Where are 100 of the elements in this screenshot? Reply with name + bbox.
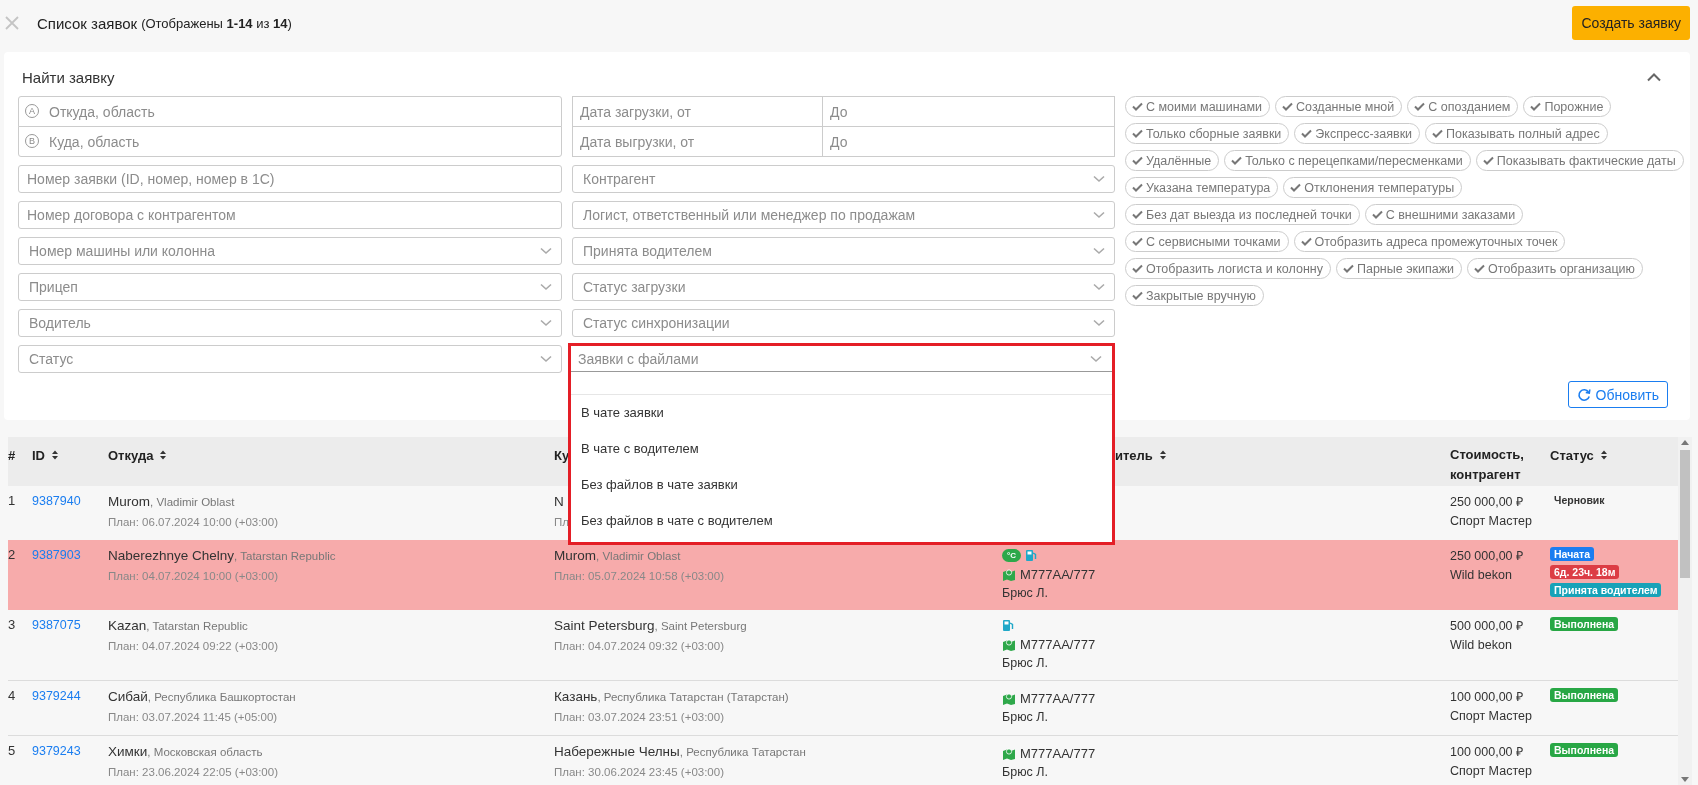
plan-date: План: 04.07.2024 09:32 (+03:00): [554, 639, 724, 654]
scroll-down-icon[interactable]: [1681, 777, 1689, 782]
filter-chip[interactable]: Только сборные заявки: [1125, 123, 1290, 144]
sort-icon[interactable]: [1158, 450, 1167, 460]
filter-chip[interactable]: Отобразить организацию: [1467, 258, 1643, 279]
create-button[interactable]: Создать заявку: [1572, 6, 1690, 40]
region-name: , Saint Petersburg: [654, 620, 747, 632]
check-icon: [1132, 210, 1143, 219]
select-field[interactable]: Статус загрузки: [572, 273, 1115, 301]
check-icon: [1414, 102, 1426, 111]
date-field[interactable]: До: [822, 126, 1115, 157]
region-name: , Vladimir Oblast: [150, 496, 235, 508]
city-name: Naberezhnye Chelny: [108, 548, 235, 563]
check-icon: [1300, 237, 1312, 246]
sort-icon[interactable]: [1599, 450, 1608, 460]
dropdown-option[interactable]: Без файлов в чате заявки: [571, 467, 1112, 503]
chevron-icon: [540, 247, 552, 255]
select-field[interactable]: Номер машины или колонна: [18, 237, 562, 265]
date-field[interactable]: Дата загрузки, от: [572, 96, 823, 127]
scrollbar-thumb[interactable]: [1680, 450, 1690, 578]
filter-chip[interactable]: Без дат выезда из последней точки: [1125, 204, 1360, 225]
select-field[interactable]: Контрагент: [572, 165, 1115, 193]
filter-chip[interactable]: С опозданием: [1407, 96, 1519, 117]
counterparty-name: Спорт Мастер: [1450, 513, 1532, 530]
select-field[interactable]: Статус: [18, 345, 562, 373]
cost-value: 250 000,00 ₽: [1450, 548, 1524, 565]
order-link[interactable]: 9379243: [32, 744, 81, 758]
city-name: Murom: [108, 494, 150, 509]
date-field[interactable]: До: [822, 96, 1115, 127]
check-icon: [1132, 183, 1143, 192]
dropdown-option[interactable]: В чате с водителем: [571, 431, 1112, 467]
dropdown-option[interactable]: В чате заявки: [571, 395, 1112, 431]
filter-chip[interactable]: Экспресс-заявки: [1294, 123, 1421, 144]
input-field[interactable]: Номер договора с контрагентом: [18, 201, 562, 229]
driver-name: Брюс Л.: [1002, 709, 1048, 726]
cost-value: 100 000,00 ₽: [1450, 744, 1524, 761]
filter-chip[interactable]: Отобразить адреса промежуточных точек: [1293, 231, 1566, 252]
vehicle-plate: M777AA/777: [1020, 690, 1096, 706]
map-icon: [1002, 637, 1016, 651]
column-header[interactable]: итель: [1115, 447, 1153, 464]
column-header[interactable]: Ку: [554, 447, 570, 464]
refresh-button[interactable]: Обновить: [1567, 381, 1668, 408]
column-header[interactable]: Стоимость, контрагент: [1450, 445, 1530, 485]
filter-chip[interactable]: Показывать полный адрес: [1425, 123, 1608, 144]
date-field[interactable]: Дата выгрузки, от: [572, 126, 823, 157]
filter-chip[interactable]: С внешними заказами: [1364, 204, 1524, 225]
check-icon: [1530, 102, 1542, 111]
sort-icon[interactable]: [159, 450, 168, 460]
page-subtitle: (Отображены 1-14 из 14): [141, 15, 292, 31]
filter-chip[interactable]: Указана температура: [1125, 177, 1279, 198]
input-field[interactable]: Номер заявки (ID, номер, номер в 1С): [18, 165, 562, 193]
filter-chip[interactable]: Показывать фактические даты: [1475, 150, 1684, 171]
plan-date: Пл: [554, 515, 569, 530]
region-name: , Tatarstan Republic: [146, 620, 248, 632]
select-field[interactable]: Водитель: [18, 309, 562, 337]
column-header[interactable]: Статус: [1550, 447, 1594, 464]
status-badge: 6д. 23ч. 18м: [1550, 565, 1620, 579]
filter-chip[interactable]: Созданные мной: [1275, 96, 1403, 117]
filter-chip[interactable]: Отклонения температуры: [1283, 177, 1463, 198]
check-icon: [1132, 129, 1143, 138]
filter-chip[interactable]: Закрытые вручную: [1125, 285, 1264, 306]
page-title: Список заявок: [37, 14, 138, 32]
dropdown-option[interactable]: Без файлов в чате с водителем: [571, 503, 1112, 539]
column-header[interactable]: ID: [32, 447, 45, 464]
filter-chip[interactable]: С сервисными точками: [1125, 231, 1289, 252]
filter-chip[interactable]: С моими машинами: [1125, 96, 1271, 117]
select-field[interactable]: Принята водителем: [572, 237, 1115, 265]
column-header[interactable]: #: [8, 447, 16, 464]
sort-icon[interactable]: [51, 450, 59, 460]
plan-date: План: 05.07.2024 10:58 (+03:00): [554, 569, 724, 584]
order-link[interactable]: 9387940: [32, 494, 81, 508]
select-field[interactable]: Логист, ответственный или менеджер по продажам: [572, 201, 1115, 229]
select-field[interactable]: Прицеп: [18, 273, 562, 301]
vehicle-plate: M777AA/777: [1020, 636, 1096, 652]
order-link[interactable]: 9387075: [32, 618, 81, 632]
cost-value: 500 000,00 ₽: [1450, 618, 1524, 635]
check-icon: [1290, 183, 1302, 192]
region-name: , Tatarstan Republic: [234, 550, 336, 562]
scroll-up-icon[interactable]: [1681, 440, 1689, 445]
scrollbar[interactable]: [1678, 437, 1692, 785]
check-icon: [1432, 129, 1444, 138]
chevron-icon: [540, 355, 552, 363]
filter-chip[interactable]: Отобразить логиста и колонну: [1125, 258, 1331, 279]
column-header[interactable]: Откуда: [108, 447, 154, 464]
filter-chip[interactable]: Удалённые: [1125, 150, 1220, 171]
status-badge: Принята водителем: [1550, 583, 1662, 597]
temperature-badge: °C: [1002, 549, 1021, 562]
filter-chip[interactable]: Парные экипажи: [1336, 258, 1463, 279]
filter-chip[interactable]: Только с перецепками/пересменками: [1224, 150, 1471, 171]
collapse-icon[interactable]: [1646, 72, 1662, 82]
row-number: 4: [8, 688, 17, 705]
region-name: , Московская область: [147, 746, 263, 758]
chevron-icon: [540, 283, 552, 291]
plan-date: План: 04.07.2024 09:22 (+03:00): [108, 639, 278, 654]
status-badge: Выполнена: [1550, 617, 1619, 631]
counterparty-name: Спорт Мастер: [1450, 708, 1532, 725]
chevron-icon: [1093, 319, 1105, 327]
select-field[interactable]: Статус синхронизации: [572, 309, 1115, 337]
filter-chip[interactable]: Порожние: [1523, 96, 1612, 117]
order-link[interactable]: 9379244: [32, 689, 81, 703]
